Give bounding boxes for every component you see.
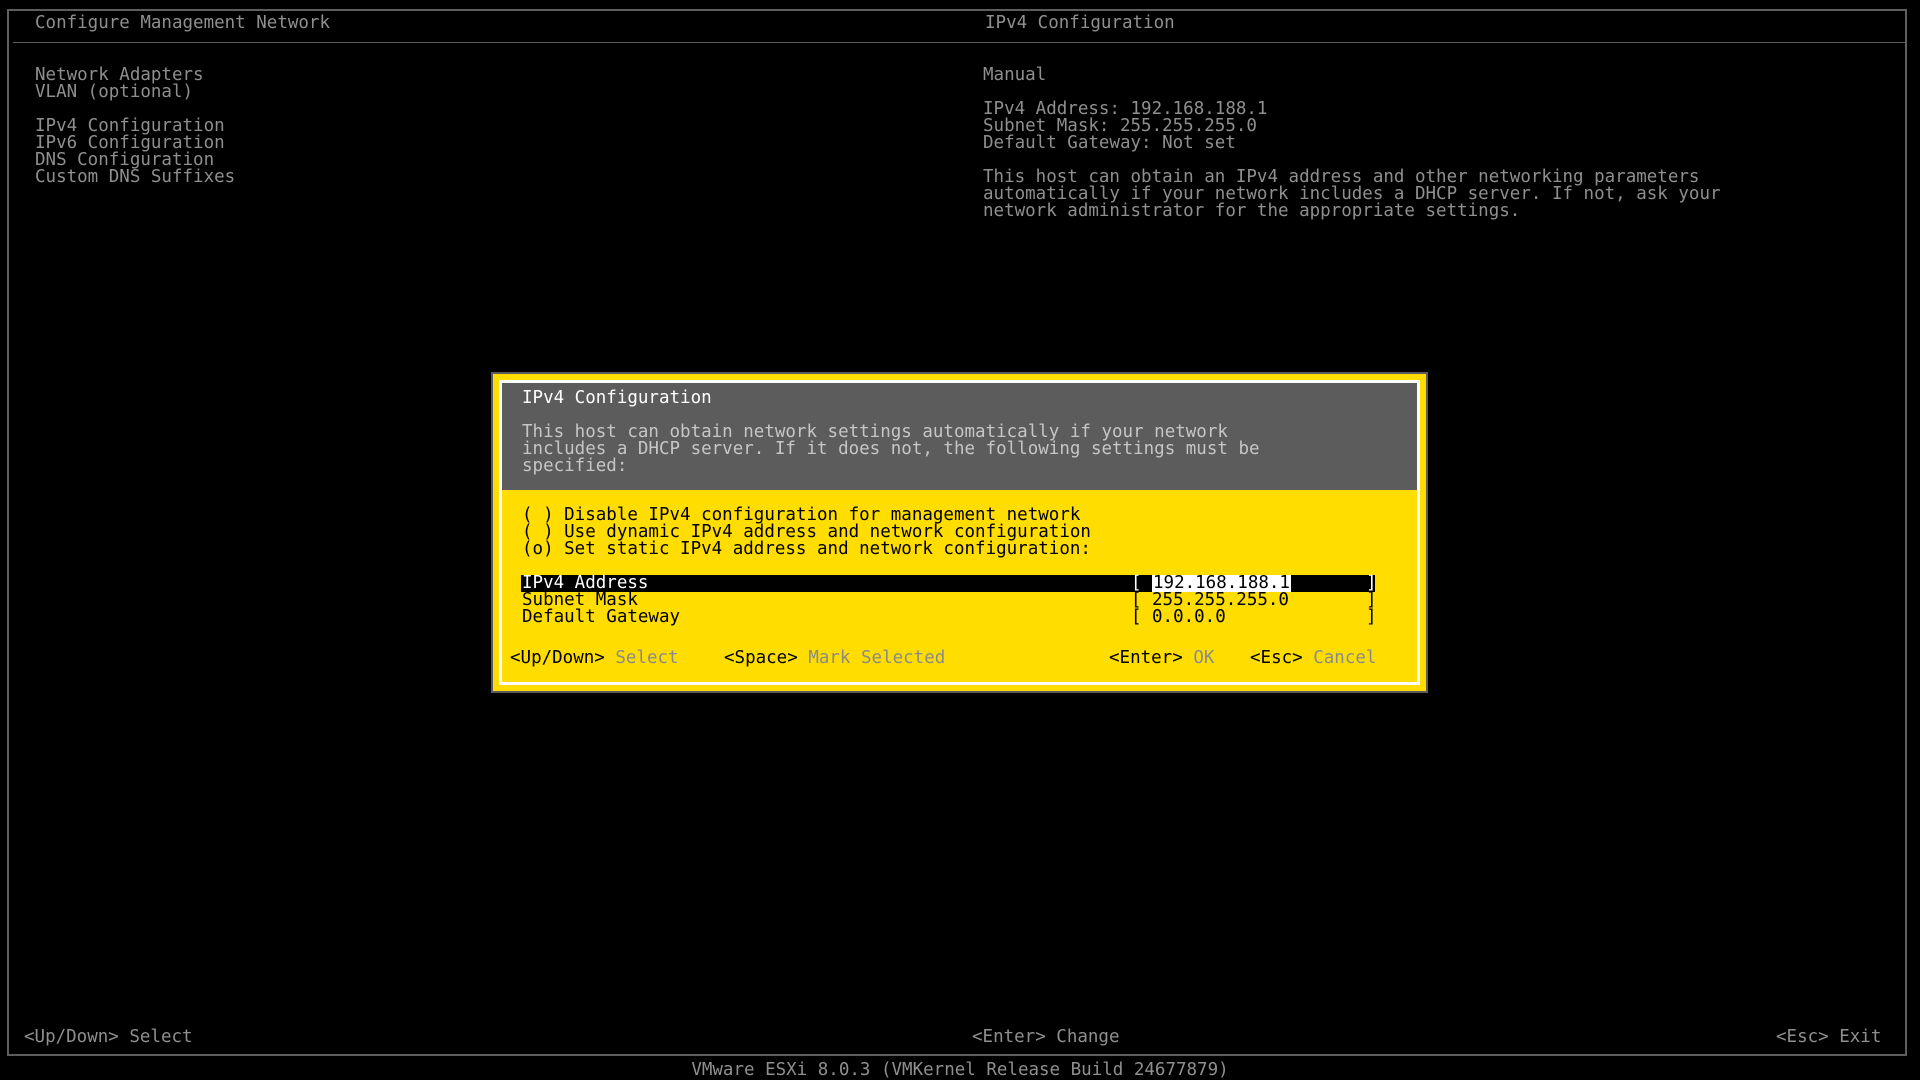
dialog-title: IPv4 Configuration — [522, 388, 712, 408]
dialog-header: IPv4 Configuration This host can obtain … — [502, 383, 1417, 490]
select-hint: <Up/Down> Select — [510, 648, 679, 668]
header-divider — [13, 42, 1907, 43]
cancel-action-label: Cancel — [1313, 648, 1377, 668]
space-key-label: <Space> — [724, 648, 798, 668]
select-action-label: Select — [615, 648, 679, 668]
page-title: Configure Management Network — [35, 13, 331, 33]
mark-selected-action-label: Mark Selected — [808, 648, 946, 668]
ok-action-label: OK — [1193, 648, 1215, 668]
dialog-border: IPv4 Configuration This host can obtain … — [499, 380, 1420, 685]
dialog-description-line: includes a DHCP server. If it does not, … — [522, 439, 1260, 459]
bottom-change-hint: <Enter> Change — [972, 1027, 1120, 1047]
cancel-button[interactable]: <Esc> Cancel — [1250, 648, 1377, 668]
version-footer: VMware ESXi 8.0.3 (VMKernel Release Buil… — [691, 1060, 1229, 1080]
mark-selected-hint: <Space> Mark Selected — [724, 648, 946, 668]
default-gateway-row[interactable]: Default Gateway [ 0.0.0.0 ] — [521, 607, 1377, 627]
info-description-line: network administrator for the appropriat… — [983, 201, 1521, 221]
default-gateway-input[interactable]: 0.0.0.0 — [1152, 608, 1226, 626]
detail-title: IPv4 Configuration — [985, 13, 1175, 33]
bottom-select-hint: <Up/Down> Select — [24, 1027, 193, 1047]
ipv4-mode-text: Manual — [983, 65, 1047, 85]
esc-key-label: <Esc> — [1250, 648, 1303, 668]
menu-item-custom-dns-suffixes[interactable]: Custom DNS Suffixes — [35, 168, 235, 186]
menu-item-vlan[interactable]: VLAN (optional) — [35, 83, 193, 101]
enter-key-label: <Enter> — [1109, 648, 1183, 668]
ok-button[interactable]: <Enter> OK — [1109, 648, 1215, 668]
default-gateway-label: Default Gateway — [522, 607, 681, 627]
radio-static-ipv4[interactable]: (o) Set static IPv4 address and network … — [522, 540, 1091, 558]
bottom-exit-hint: <Esc> Exit — [1776, 1027, 1882, 1047]
updown-key-label: <Up/Down> — [510, 648, 605, 668]
dialog-description-line: specified: — [522, 456, 628, 476]
ipv4-config-dialog: IPv4 Configuration This host can obtain … — [491, 372, 1428, 693]
field-bracket: [ — [1131, 607, 1142, 627]
field-bracket: ] — [1366, 607, 1377, 627]
default-gateway-text: Default Gateway: Not set — [983, 133, 1236, 153]
